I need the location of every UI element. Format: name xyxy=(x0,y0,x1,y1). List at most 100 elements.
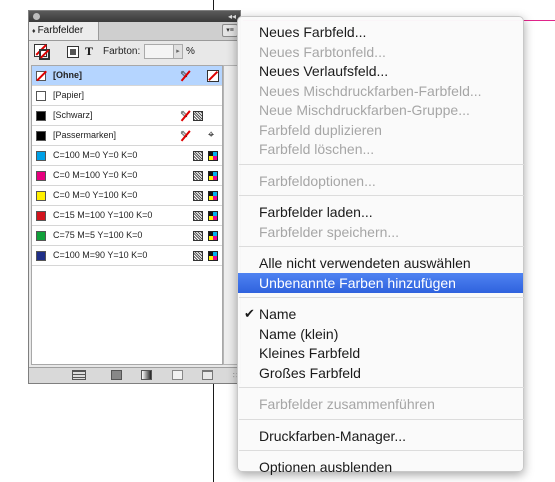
menu-item[interactable]: Optionen ausblenden xyxy=(238,457,523,477)
checkmark-icon: ✔ xyxy=(244,306,255,321)
swatch-name: C=0 M=0 Y=100 K=0 xyxy=(53,190,138,200)
process-color-icon xyxy=(193,151,203,161)
menu-item: Farbfelder speichern... xyxy=(238,222,523,242)
menu-item-label: Neues Verlaufsfeld... xyxy=(259,63,389,79)
menu-item: Neues Mischdruckfarben-Farbfeld... xyxy=(238,81,523,101)
cmyk-mode-icon xyxy=(208,251,218,261)
panel-tab-row: ♦ Farbfelder ▾≡ xyxy=(29,22,240,41)
swatch-color-chip xyxy=(36,211,46,221)
cmyk-mode-icon xyxy=(208,231,218,241)
cmyk-mode-icon xyxy=(208,191,218,201)
text-format-icon[interactable]: T xyxy=(85,44,101,60)
panel-flyout-menu: Neues Farbfeld... Neues Farbtonfeld... Neu… xyxy=(237,16,524,475)
new-swatch-icon[interactable] xyxy=(172,370,183,380)
no-edit-icon: ✎ xyxy=(180,130,189,141)
panel-collapse-icon[interactable]: ◂◂ xyxy=(228,11,236,22)
delete-swatch-icon[interactable] xyxy=(202,370,213,380)
swatch-row[interactable]: C=75 M=5 Y=100 K=0 xyxy=(32,226,222,246)
swatch-toolbar: T Farbton: ▸ % xyxy=(29,41,240,65)
swatch-name: [Schwarz] xyxy=(53,110,93,120)
menu-item[interactable]: Neues Verlaufsfeld... xyxy=(238,61,523,81)
swatch-list-scrollbar[interactable] xyxy=(223,65,238,365)
show-gradient-swatches-icon[interactable] xyxy=(141,370,152,380)
swatch-row[interactable]: [Passermarken] ✎ ⌖ xyxy=(32,126,222,146)
menu-separator xyxy=(239,246,524,247)
menu-item-label: Kleines Farbfeld xyxy=(259,345,361,361)
registration-icon: ⌖ xyxy=(208,129,215,141)
menu-separator xyxy=(239,297,524,298)
menu-item-label: Neues Farbfeld... xyxy=(259,24,367,40)
swatch-color-chip xyxy=(36,71,46,81)
menu-item-label: Farbfeld löschen... xyxy=(259,141,375,157)
menu-item-label: Optionen ausblenden xyxy=(259,459,393,475)
swatch-row[interactable]: C=100 M=90 Y=10 K=0 xyxy=(32,246,222,266)
menu-item[interactable]: ✔ Name xyxy=(238,304,523,324)
menu-item[interactable]: Großes Farbfeld xyxy=(238,363,523,383)
menu-item-label: Farbfelder zusammenführen xyxy=(259,396,435,412)
menu-item[interactable]: Neues Farbfeld... xyxy=(238,22,523,42)
swatch-name: [Papier] xyxy=(53,90,85,100)
menu-separator xyxy=(239,450,524,451)
no-edit-icon: ✎ xyxy=(180,70,189,81)
menu-item[interactable]: Name (klein) xyxy=(238,324,523,344)
swatch-name: C=100 M=90 Y=10 K=0 xyxy=(53,250,148,260)
tint-stepper[interactable]: ▸ xyxy=(173,44,183,59)
swatch-name: C=75 M=5 Y=100 K=0 xyxy=(53,230,143,240)
menu-item: Farbfeld löschen... xyxy=(238,139,523,159)
process-color-icon xyxy=(193,231,203,241)
menu-separator xyxy=(239,195,524,196)
menu-item: Neue Mischdruckfarben-Gruppe... xyxy=(238,100,523,120)
fill-stroke-icon[interactable] xyxy=(34,44,50,60)
swatch-row[interactable]: C=15 M=100 Y=100 K=0 xyxy=(32,206,222,226)
swatch-name: [Ohne] xyxy=(53,70,82,80)
show-all-swatches-icon[interactable] xyxy=(72,370,86,380)
panel-close-icon[interactable] xyxy=(33,13,40,20)
menu-item-label: Druckfarben-Manager... xyxy=(259,427,407,444)
menu-item-label: Farbfelder speichern... xyxy=(259,223,400,240)
process-color-icon xyxy=(193,251,203,261)
menu-separator xyxy=(239,387,524,388)
menu-item: Neues Farbtonfeld... xyxy=(238,42,523,62)
swatch-name: [Passermarken] xyxy=(53,130,117,140)
swatch-row[interactable]: [Papier] xyxy=(32,86,222,106)
menu-item-label: Farbfelder laden... xyxy=(259,204,373,220)
swatch-row[interactable]: [Schwarz] ✎ xyxy=(32,106,222,126)
menu-item: Farbfelder zusammenführen xyxy=(238,394,523,414)
menu-item-label: Unbenannte Farben hinzufügen xyxy=(259,274,456,291)
menu-item: Farbfeldoptionen... xyxy=(238,171,523,191)
menu-item[interactable]: Farbfelder laden... xyxy=(238,202,523,222)
swatch-list: [Ohne] ✎ [Papier] [Schwarz] ✎ [Passermarken] ✎… xyxy=(31,65,223,365)
swatch-color-chip xyxy=(36,231,46,241)
cmyk-mode-icon xyxy=(208,151,218,161)
menu-item[interactable]: Kleines Farbfeld xyxy=(238,343,523,363)
swatch-color-chip xyxy=(36,131,46,141)
menu-item[interactable]: Unbenannte Farben hinzufügen xyxy=(238,272,523,293)
process-color-icon xyxy=(193,211,203,221)
swatch-color-chip xyxy=(36,151,46,161)
swatch-row[interactable]: C=0 M=0 Y=100 K=0 xyxy=(32,186,222,206)
menu-item-label: Großes Farbfeld xyxy=(259,364,361,381)
tint-input[interactable] xyxy=(144,44,174,59)
tab-farbfelder[interactable]: ♦ Farbfelder xyxy=(29,22,99,40)
menu-item[interactable]: Druckfarben-Manager... xyxy=(238,426,523,446)
swatch-color-chip xyxy=(36,191,46,201)
swatch-row[interactable]: [Ohne] ✎ xyxy=(32,66,222,86)
swatch-row[interactable]: C=0 M=100 Y=0 K=0 xyxy=(32,166,222,186)
show-color-swatches-icon[interactable] xyxy=(111,370,122,380)
none-color-icon xyxy=(207,70,219,82)
swatch-color-chip xyxy=(36,251,46,261)
process-color-icon xyxy=(193,111,203,121)
panel-menu-button[interactable]: ▾≡ xyxy=(222,24,238,37)
menu-item: Farbfeld duplizieren xyxy=(238,120,523,140)
tint-percent-label: % xyxy=(186,46,195,57)
panel-title-bar[interactable]: ◂◂ xyxy=(29,11,240,22)
process-color-icon xyxy=(193,171,203,181)
swatch-name: C=15 M=100 Y=100 K=0 xyxy=(53,210,153,220)
process-color-icon xyxy=(193,191,203,201)
menu-item[interactable]: Alle nicht verwendeten auswählen xyxy=(238,253,523,273)
menu-separator xyxy=(239,418,524,420)
cmyk-mode-icon xyxy=(208,171,218,181)
menu-separator xyxy=(239,163,524,165)
container-format-icon[interactable] xyxy=(67,46,79,58)
swatch-row[interactable]: C=100 M=0 Y=0 K=0 xyxy=(32,146,222,166)
